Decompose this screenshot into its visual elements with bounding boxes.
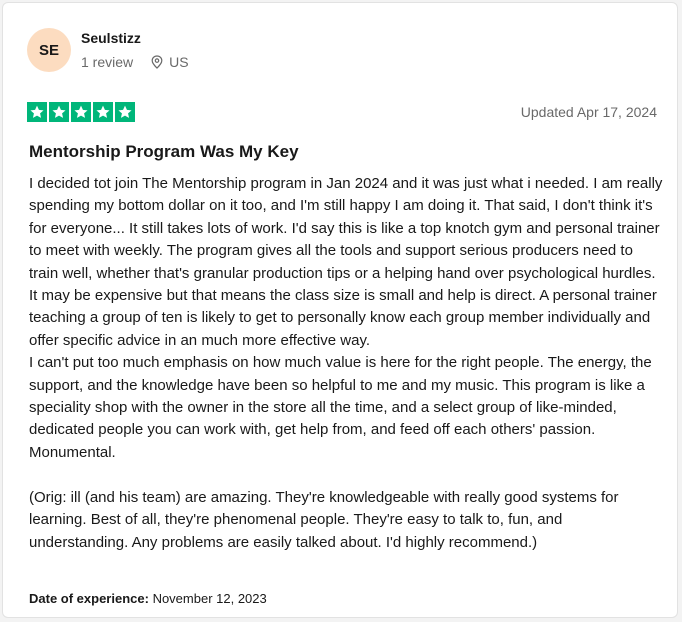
star-icon bbox=[71, 102, 91, 122]
reviewer-name[interactable]: Seulstizz bbox=[81, 29, 189, 47]
reviewer-subline: 1 review US bbox=[81, 53, 189, 71]
date-of-experience-label: Date of experience: bbox=[29, 591, 149, 606]
date-of-experience-value: November 12, 2023 bbox=[152, 591, 267, 606]
star-icon bbox=[49, 102, 69, 122]
review-title[interactable]: Mentorship Program Was My Key bbox=[29, 142, 299, 162]
review-body: I decided tot join The Mentorship progra… bbox=[29, 175, 663, 551]
star-icon bbox=[115, 102, 135, 122]
reviewer-location: US bbox=[169, 54, 189, 70]
star-rating bbox=[27, 102, 135, 122]
star-icon bbox=[93, 102, 113, 122]
review-count: 1 review bbox=[81, 54, 134, 70]
map-pin-icon bbox=[151, 55, 163, 69]
review-card: SE Seulstizz 1 review US Updated Apr 17,… bbox=[2, 2, 678, 618]
date-of-experience: Date of experience: November 12, 2023 bbox=[29, 591, 267, 606]
rating-row: Updated Apr 17, 2024 bbox=[27, 102, 657, 122]
updated-date: Updated Apr 17, 2024 bbox=[520, 104, 657, 120]
star-icon bbox=[27, 102, 47, 122]
reviewer-meta: Seulstizz 1 review US bbox=[81, 29, 189, 71]
avatar[interactable]: SE bbox=[27, 28, 71, 72]
reviewer-header: SE Seulstizz 1 review US bbox=[27, 28, 189, 72]
